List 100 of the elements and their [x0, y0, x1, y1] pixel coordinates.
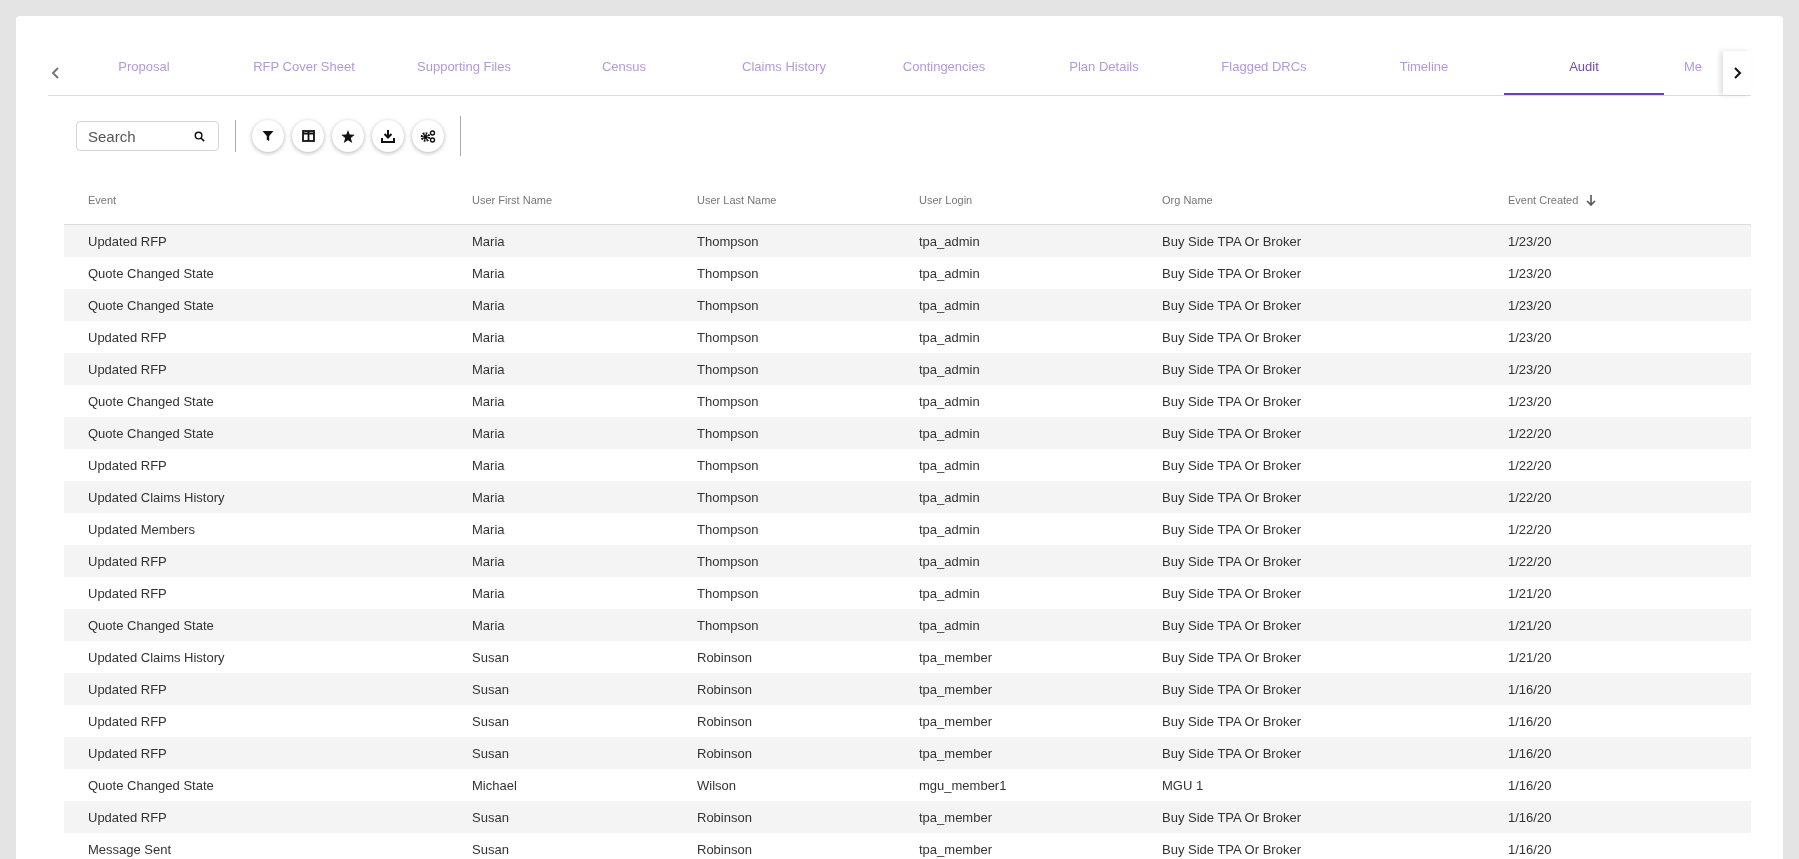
- table-cell: Updated RFP: [88, 585, 167, 601]
- table-cell: Updated RFP: [88, 809, 167, 825]
- table-cell: tpa_admin: [919, 585, 980, 601]
- table-cell: Buy Side TPA Or Broker: [1162, 489, 1301, 505]
- table-cell: Thompson: [697, 457, 759, 473]
- table-cell: Quote Changed State: [88, 297, 214, 313]
- table-cell: tpa_admin: [919, 457, 980, 473]
- column-header[interactable]: User Login: [919, 194, 973, 206]
- table-cell: MGU 1: [1162, 777, 1204, 793]
- table-cell: Thompson: [697, 521, 759, 537]
- chevron-left-icon: [51, 66, 61, 80]
- table-cell: Robinson: [697, 649, 752, 665]
- table-row[interactable]: Quote Changed State Michael Wilson mgu_member1 MGU 1 1/16/20: [64, 769, 1751, 801]
- table-row[interactable]: Updated RFP Maria Thompson tpa_admin Buy Side TPA Or Broker 1/22/20: [64, 545, 1751, 577]
- table-cell: Buy Side TPA Or Broker: [1162, 617, 1301, 633]
- table-cell: 1/21/20: [1508, 649, 1552, 665]
- table-cell: Buy Side TPA Or Broker: [1162, 233, 1301, 249]
- sort-down-icon[interactable]: [1586, 194, 1597, 206]
- scroll-right-button[interactable]: [1723, 51, 1751, 95]
- table-cell: 1/16/20: [1508, 745, 1552, 761]
- table-cell: Buy Side TPA Or Broker: [1162, 841, 1301, 857]
- table-cell: Quote Changed State: [88, 265, 214, 281]
- download-icon: [381, 129, 395, 143]
- table-cell: tpa_admin: [919, 617, 980, 633]
- column-header[interactable]: Org Name: [1162, 194, 1213, 206]
- column-header[interactable]: User Last Name: [697, 194, 777, 206]
- table-cell: Buy Side TPA Or Broker: [1162, 361, 1301, 377]
- table-row[interactable]: Updated RFP Susan Robinson tpa_member Buy Side TPA Or Broker 1/16/20: [64, 737, 1751, 769]
- table-row[interactable]: Updated RFP Maria Thompson tpa_admin Buy Side TPA Or Broker 1/23/20: [64, 353, 1751, 385]
- filter-button[interactable]: [252, 120, 284, 152]
- table-cell: 1/16/20: [1508, 713, 1552, 729]
- table-row[interactable]: Updated Claims History Susan Robinson tpa_member Buy Side TPA Or Broker 1/21/20: [64, 641, 1751, 673]
- table-row[interactable]: Updated RFP Maria Thompson tpa_admin Buy Side TPA Or Broker 1/23/20: [64, 225, 1751, 257]
- table-row[interactable]: Updated RFP Susan Robinson tpa_member Buy Side TPA Or Broker 1/16/20: [64, 801, 1751, 833]
- table-cell: Maria: [472, 361, 505, 377]
- download-button[interactable]: [372, 120, 404, 152]
- table-row[interactable]: Updated RFP Maria Thompson tpa_admin Buy Side TPA Or Broker 1/22/20: [64, 449, 1751, 481]
- table-cell: tpa_member: [919, 809, 992, 825]
- table-cell: 1/22/20: [1508, 425, 1552, 441]
- table-cell: Susan: [472, 809, 509, 825]
- table-cell: Updated RFP: [88, 361, 167, 377]
- table-cell: Updated RFP: [88, 233, 167, 249]
- table-cell: Susan: [472, 841, 509, 857]
- table-cell: Susan: [472, 745, 509, 761]
- table-cell: Robinson: [697, 809, 752, 825]
- table-row[interactable]: Updated RFP Susan Robinson tpa_member Buy Side TPA Or Broker 1/16/20: [64, 705, 1751, 737]
- favorite-button[interactable]: [332, 120, 364, 152]
- table-cell: Thompson: [697, 329, 759, 345]
- table-cell: 1/23/20: [1508, 297, 1552, 313]
- table-cell: Updated RFP: [88, 329, 167, 345]
- table-row[interactable]: Updated RFP Maria Thompson tpa_admin Buy Side TPA Or Broker 1/21/20: [64, 577, 1751, 609]
- table-row[interactable]: Message Sent Susan Robinson tpa_member Buy Side TPA Or Broker 1/16/20: [64, 833, 1751, 859]
- table-cell: tpa_admin: [919, 393, 980, 409]
- table-cell: Thompson: [697, 297, 759, 313]
- table-cell: 1/22/20: [1508, 489, 1552, 505]
- column-header[interactable]: Event Created: [1508, 194, 1579, 206]
- table-cell: Updated RFP: [88, 457, 167, 473]
- table-row[interactable]: Updated Claims History Maria Thompson tpa_admin Buy Side TPA Or Broker 1/22/20: [64, 481, 1751, 513]
- table-cell: Buy Side TPA Or Broker: [1162, 649, 1301, 665]
- table-cell: Quote Changed State: [88, 617, 214, 633]
- table-cell: Maria: [472, 329, 505, 345]
- columns-button[interactable]: [292, 120, 324, 152]
- table-cell: Susan: [472, 649, 509, 665]
- table-cell: tpa_member: [919, 649, 992, 665]
- table-cell: Maria: [472, 489, 505, 505]
- table-row[interactable]: Updated RFP Susan Robinson tpa_member Buy Side TPA Or Broker 1/16/20: [64, 673, 1751, 705]
- table-row[interactable]: Quote Changed State Maria Thompson tpa_admin Buy Side TPA Or Broker 1/22/20: [64, 417, 1751, 449]
- table-cell: Maria: [472, 233, 505, 249]
- tab[interactable]: Audit: [1504, 52, 1664, 95]
- table-row[interactable]: Quote Changed State Maria Thompson tpa_admin Buy Side TPA Or Broker 1/23/20: [64, 385, 1751, 417]
- table-cell: 1/22/20: [1508, 457, 1552, 473]
- table-cell: Buy Side TPA Or Broker: [1162, 329, 1301, 345]
- table-cell: Quote Changed State: [88, 777, 214, 793]
- table-cell: Robinson: [697, 713, 752, 729]
- search-field[interactable]: Search: [76, 121, 219, 151]
- table-cell: 1/16/20: [1508, 841, 1552, 857]
- table-cell: Thompson: [697, 265, 759, 281]
- table-cell: tpa_admin: [919, 553, 980, 569]
- table-cell: Thompson: [697, 617, 759, 633]
- table-row[interactable]: Updated RFP Maria Thompson tpa_admin Buy Side TPA Or Broker 1/23/20: [64, 321, 1751, 353]
- column-header[interactable]: Event: [88, 194, 117, 206]
- column-header[interactable]: User First Name: [472, 194, 553, 206]
- table-row[interactable]: Updated Members Maria Thompson tpa_admin Buy Side TPA Or Broker 1/22/20: [64, 513, 1751, 545]
- table-cell: Thompson: [697, 489, 759, 505]
- table-cell: tpa_admin: [919, 425, 980, 441]
- gears-icon: [420, 129, 436, 143]
- table-cell: mgu_member1: [919, 777, 1007, 793]
- settings-button[interactable]: [412, 120, 444, 152]
- search-icon: [194, 131, 205, 142]
- table-row[interactable]: Quote Changed State Maria Thompson tpa_admin Buy Side TPA Or Broker 1/21/20: [64, 609, 1751, 641]
- table-cell: Maria: [472, 521, 505, 537]
- table-cell: Updated RFP: [88, 553, 167, 569]
- table-cell: Thompson: [697, 361, 759, 377]
- table-cell: 1/23/20: [1508, 329, 1552, 345]
- table-cell: Buy Side TPA Or Broker: [1162, 457, 1301, 473]
- table-row[interactable]: Quote Changed State Maria Thompson tpa_admin Buy Side TPA Or Broker 1/23/20: [64, 257, 1751, 289]
- table-cell: Thompson: [697, 425, 759, 441]
- table-row[interactable]: Quote Changed State Maria Thompson tpa_admin Buy Side TPA Or Broker 1/23/20: [64, 289, 1751, 321]
- table-cell: Maria: [472, 553, 505, 569]
- table-cell: Buy Side TPA Or Broker: [1162, 713, 1301, 729]
